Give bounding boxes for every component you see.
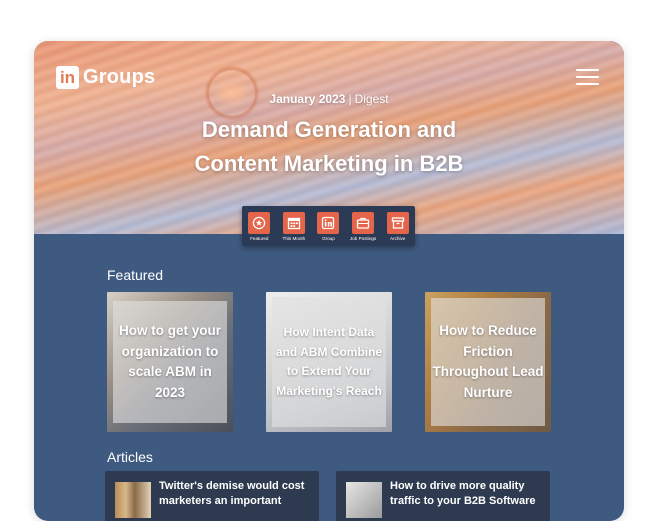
section-nav-bar: Featured This Month Group Job Postings A…	[242, 206, 415, 246]
article-item[interactable]: Twitter's demise would cost marketers an…	[105, 471, 319, 521]
nav-label: Job Postings	[349, 236, 377, 241]
featured-card[interactable]: How Intent Data and ABM Combine to Exten…	[266, 292, 392, 432]
hamburger-menu-icon[interactable]	[576, 69, 599, 85]
nav-this-month[interactable]: This Month	[278, 212, 310, 241]
archive-icon	[386, 212, 409, 234]
article-thumbnail	[115, 482, 151, 518]
subtitle-separator: |	[348, 92, 352, 106]
issue-date: January 2023	[269, 92, 346, 106]
logo-text: Groups	[83, 65, 156, 88]
briefcase-icon	[352, 212, 375, 234]
nav-group[interactable]: Group	[312, 212, 344, 241]
star-icon	[248, 212, 271, 234]
nav-label: This Month	[282, 236, 306, 241]
issue-subtitle: January 2023 | Digest	[34, 92, 624, 106]
featured-card-title: How Intent Data and ABM Combine to Exten…	[272, 297, 386, 427]
linkedin-icon	[317, 212, 340, 234]
issue-type: Digest	[354, 92, 389, 106]
article-title: How to drive more quality traffic to you…	[390, 480, 536, 507]
nav-label: Group	[322, 236, 335, 241]
featured-heading: Featured	[107, 267, 164, 283]
page-title-line-1: Demand Generation and	[201, 117, 457, 142]
featured-card-title: How to Reduce Friction Throughout Lead N…	[431, 298, 545, 426]
article-title: Twitter's demise would cost marketers an…	[159, 480, 305, 507]
linkedin-groups-logo[interactable]: in Groups	[56, 65, 155, 89]
article-item[interactable]: How to drive more quality traffic to you…	[336, 471, 550, 521]
articles-heading: Articles	[107, 449, 153, 465]
featured-card-title: How to get your organization to scale AB…	[113, 301, 227, 423]
linkedin-icon: in	[56, 65, 79, 89]
nav-job-postings[interactable]: Job Postings	[347, 212, 379, 241]
featured-card[interactable]: How to Reduce Friction Throughout Lead N…	[425, 292, 551, 432]
nav-featured[interactable]: Featured	[243, 212, 275, 241]
nav-label: Featured	[250, 236, 269, 241]
featured-card[interactable]: How to get your organization to scale AB…	[107, 292, 233, 432]
nav-archive[interactable]: Archive	[382, 212, 414, 241]
calendar-icon	[282, 212, 305, 234]
article-thumbnail	[346, 482, 382, 518]
newsletter-frame: in Groups January 2023 | Digest Demand Gen…	[34, 41, 624, 521]
page-title-line-2: Content Marketing in B2B	[194, 151, 464, 176]
nav-label: Archive	[390, 236, 406, 241]
page-title: Demand Generation and Content Marketing …	[34, 113, 624, 181]
